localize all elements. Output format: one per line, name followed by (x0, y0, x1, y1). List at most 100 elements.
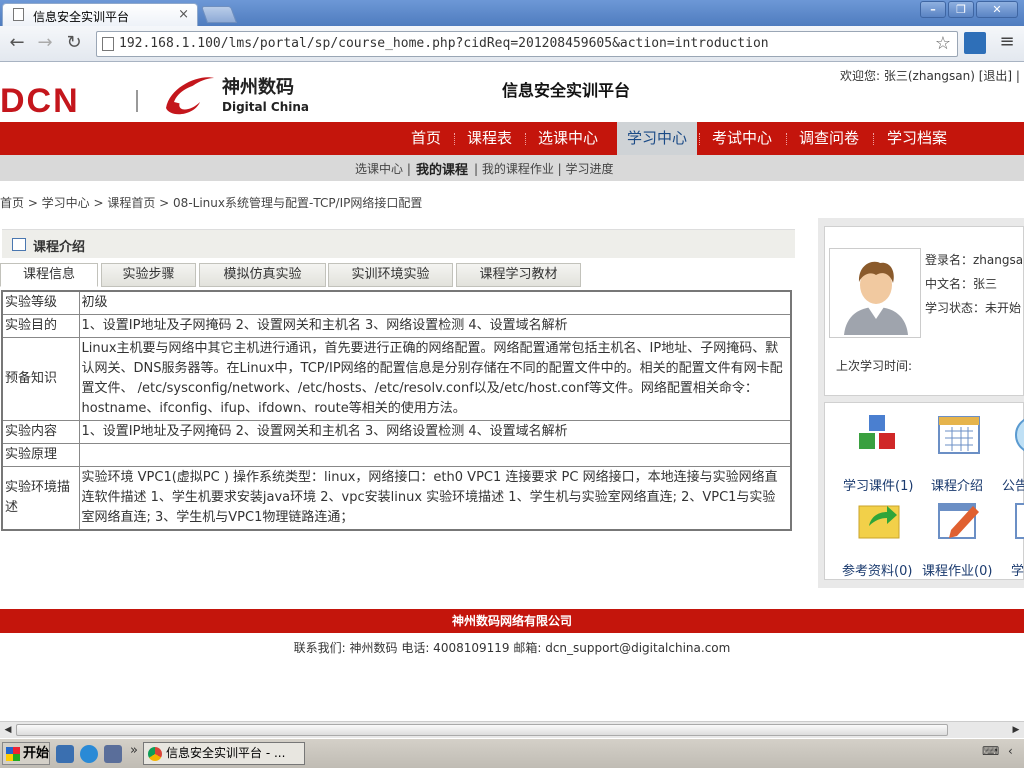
table-row: 实验环境描述 实验环境 VPC1(虚拟PC ) 操作系统类型：linux，网络接… (1, 466, 792, 531)
close-tab-button[interactable]: × (178, 7, 189, 22)
desktop-icon[interactable] (56, 745, 74, 763)
start-label: 开始 (23, 746, 50, 761)
nav-separator (873, 133, 874, 145)
scroll-left-icon[interactable]: ◀ (1, 724, 15, 737)
function-references[interactable]: 参考资料(0) (842, 560, 912, 579)
pencil-doc-icon[interactable] (937, 498, 981, 542)
row-value: 1、设置IP地址及子网掩码 2、设置网关和主机名 3、网络设置检测 4、设置域名… (78, 420, 792, 444)
list-icon (12, 238, 26, 251)
start-button[interactable]: 开始 (2, 742, 50, 765)
nav-course-selection[interactable]: 选课中心 (538, 122, 598, 155)
nav-survey[interactable]: 调查问卷 (799, 122, 859, 155)
bookmark-star-icon[interactable]: ☆ (935, 33, 951, 54)
main-nav: 首页 课程表 选课中心 学习中心 考试中心 调查问卷 学习档案 (0, 122, 1024, 155)
browser-tab[interactable]: 信息安全实训平台 × (2, 3, 198, 26)
function-courseware[interactable]: 学习课件(1) (843, 475, 913, 494)
row-label: 实验等级 (1, 290, 80, 315)
chrome-icon (148, 747, 162, 761)
calendar-icon[interactable] (937, 413, 981, 457)
user-avatar-icon (844, 261, 908, 335)
new-tab-button[interactable] (200, 6, 238, 23)
taskbar-chrome-window[interactable]: 信息安全实训平台 - ... (143, 742, 305, 765)
windows-flag-icon (6, 747, 20, 761)
reload-button[interactable]: ↻ (63, 32, 85, 54)
last-study-time: 上次学习时间: (836, 359, 913, 373)
subnav-course-selection[interactable]: 选课中心 | (355, 160, 411, 177)
row-label: 实验环境描述 (1, 466, 80, 531)
tab-strip: 信息安全实训平台 × – ❐ ✕ (0, 0, 1024, 26)
url-text: 192.168.1.100/lms/portal/sp/course_home.… (119, 36, 769, 51)
more-chevron-icon[interactable]: » (130, 743, 138, 758)
site-header: DCN 神州数码 Digital China 信息安全实训平台 欢迎您: 张三(… (0, 62, 1024, 122)
row-value: Linux主机要与网络中其它主机进行通讯，首先要进行正确的网络配置。网络配置通常… (78, 337, 792, 421)
keyboard-icon[interactable]: ⌨ (982, 744, 999, 758)
back-button[interactable]: ← (6, 32, 28, 54)
tab-course-info[interactable]: 课程信息 (0, 263, 98, 287)
forward-button[interactable]: → (34, 32, 56, 54)
nav-learning-records[interactable]: 学习档案 (887, 122, 947, 155)
taskbar: 开始 » 信息安全实训平台 - ... ⌨ ‹ (0, 738, 1024, 768)
nav-learning-center[interactable]: 学习中心 (617, 122, 698, 155)
function-study[interactable]: 学 (1011, 560, 1024, 579)
row-label: 实验内容 (1, 420, 80, 444)
function-announcements[interactable]: 公告 (1002, 475, 1024, 494)
table-row: 实验内容 1、设置IP地址及子网掩码 2、设置网关和主机名 3、网络设置检测 4… (1, 420, 792, 444)
page-icon (13, 8, 24, 21)
extension-icon[interactable] (964, 32, 986, 54)
nav-separator (699, 133, 700, 145)
table-row: 实验原理 (1, 443, 792, 467)
footer-bar: 神州数码网络有限公司 (0, 609, 1024, 633)
close-window-button[interactable]: ✕ (976, 1, 1018, 18)
tab-training-env[interactable]: 实训环境实验 (328, 263, 453, 287)
site-title: 信息安全实训平台 (502, 81, 631, 100)
logo-cn-text: 神州数码 (222, 77, 294, 98)
subnav-my-courses[interactable]: 我的课程 (416, 159, 468, 178)
minimize-button[interactable]: – (920, 1, 946, 18)
row-value: 初级 (78, 290, 792, 315)
course-info-table: 实验等级 初级 实验目的 1、设置IP地址及子网掩码 2、设置网关和主机名 3、… (1, 290, 792, 531)
maximize-button[interactable]: ❐ (948, 1, 974, 18)
media-icon[interactable] (104, 745, 122, 763)
ie-icon[interactable] (80, 745, 98, 763)
function-course-intro[interactable]: 课程介绍 (931, 475, 983, 494)
welcome-text[interactable]: 欢迎您: 张三(zhangsan) [退出] | (840, 67, 1020, 84)
subnav-assignments-progress[interactable]: | 我的课程作业 | 学习进度 (474, 160, 614, 177)
logo-divider (136, 90, 138, 112)
section-header: 课程介绍 (2, 229, 795, 258)
nav-separator (786, 133, 787, 145)
scroll-thumb[interactable] (16, 724, 948, 736)
row-value: 实验环境 VPC1(虚拟PC ) 操作系统类型：linux，网络接口：eth0 … (78, 466, 792, 531)
tab-simulation[interactable]: 模拟仿真实验 (199, 263, 326, 287)
breadcrumb[interactable]: 首页 > 学习中心 > 课程首页 > 08-Linux系统管理与配置-TCP/I… (0, 194, 422, 211)
scroll-right-icon[interactable]: ▶ (1009, 724, 1023, 737)
nav-exam-center[interactable]: 考试中心 (712, 122, 772, 155)
section-title: 课程介绍 (33, 240, 86, 255)
study-status: 学习状态：未开始 (925, 301, 1022, 315)
address-bar[interactable]: 192.168.1.100/lms/portal/sp/course_home.… (96, 31, 958, 57)
row-label: 实验原理 (1, 443, 80, 467)
contact-info: 联系我们: 神州数码 电话: 4008109119 邮箱: dcn_suppor… (293, 641, 731, 655)
folder-arrow-icon[interactable] (857, 498, 901, 542)
digital-china-logo-icon (166, 77, 214, 115)
nav-schedule[interactable]: 课程表 (467, 122, 512, 155)
cubes-icon[interactable] (857, 413, 901, 457)
sub-nav: 选课中心 | 我的课程 | 我的课程作业 | 学习进度 (0, 155, 1024, 181)
function-assignments[interactable]: 课程作业(0) (922, 560, 992, 579)
tray-chevron-icon[interactable]: ‹ (1008, 744, 1013, 758)
row-value (78, 443, 792, 467)
tab-experiment-steps[interactable]: 实验步骤 (101, 263, 196, 287)
chinese-name: 中文名：张三 (925, 277, 998, 291)
menu-icon[interactable]: ≡ (996, 31, 1018, 53)
doc-icon[interactable] (1014, 498, 1024, 542)
task-title: 信息安全实训平台 - ... (166, 746, 286, 760)
globe-icon[interactable] (1012, 413, 1024, 457)
tab-course-materials[interactable]: 课程学习教材 (456, 263, 581, 287)
login-name: 登录名：zhangsan (925, 253, 1024, 267)
page-icon (102, 37, 114, 51)
nav-separator (525, 133, 526, 145)
window-controls: – ❐ ✕ (918, 1, 1018, 19)
horizontal-scrollbar[interactable]: ◀ ▶ (0, 721, 1024, 738)
nav-home[interactable]: 首页 (411, 122, 441, 155)
logo-en-text: Digital China (222, 100, 310, 114)
nav-separator (454, 133, 455, 145)
